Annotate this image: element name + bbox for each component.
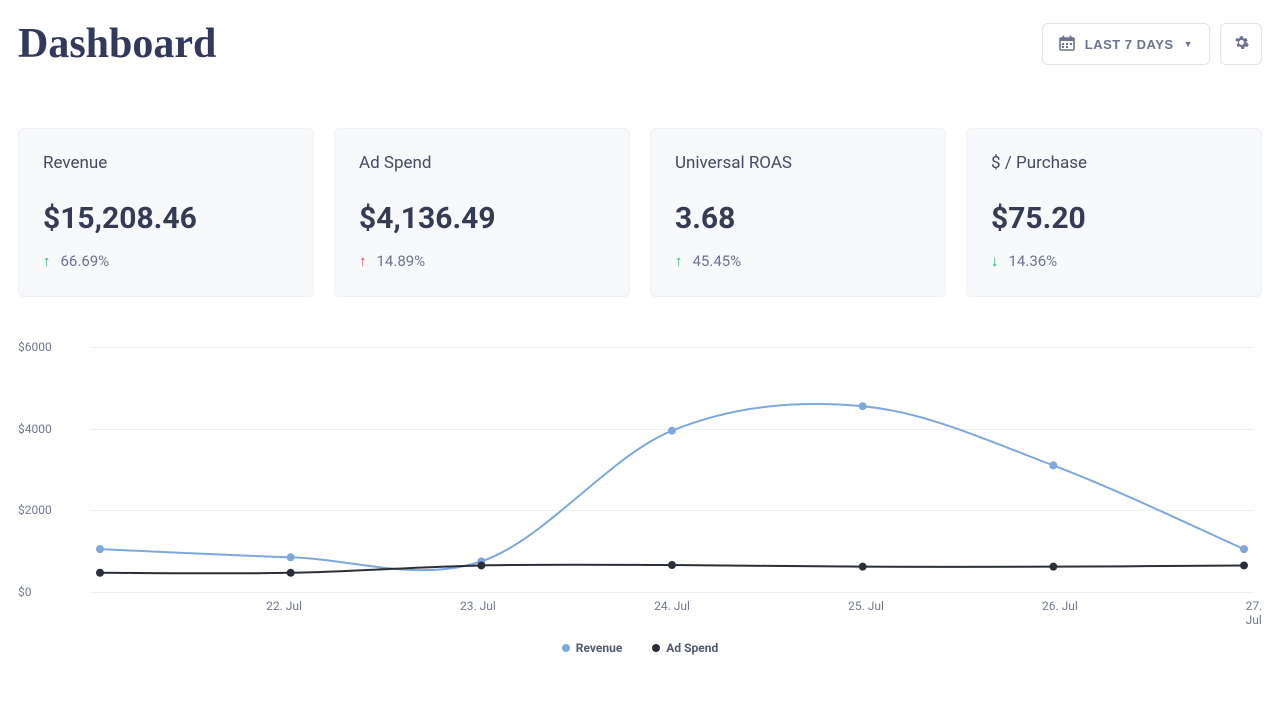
settings-button[interactable] bbox=[1220, 23, 1262, 65]
calendar-icon bbox=[1059, 35, 1075, 54]
arrow-up-icon: ↑ bbox=[359, 252, 367, 270]
y-tick: $2000 bbox=[18, 503, 52, 517]
card-delta: ↑ 14.89% bbox=[359, 252, 605, 270]
data-point[interactable] bbox=[859, 402, 867, 410]
y-tick: $0 bbox=[18, 585, 32, 599]
card-delta-value: 14.36% bbox=[1009, 252, 1058, 270]
legend-label: Revenue bbox=[576, 641, 623, 655]
card-title: $ / Purchase bbox=[991, 153, 1237, 173]
metric-card-roas: Universal ROAS 3.68 ↑ 45.45% bbox=[650, 128, 946, 297]
arrow-up-icon: ↑ bbox=[43, 252, 51, 270]
card-value: $4,136.49 bbox=[359, 201, 605, 236]
data-point[interactable] bbox=[287, 553, 295, 561]
card-delta-value: 66.69% bbox=[61, 252, 110, 270]
legend-label: Ad Spend bbox=[666, 641, 718, 655]
chart: $0 $2000 $4000 $6000 22. Jul 23. Jul 24.… bbox=[18, 347, 1262, 627]
header-controls: LAST 7 DAYS ▼ bbox=[1042, 23, 1262, 65]
page-title: Dashboard bbox=[18, 20, 216, 68]
legend-item-revenue[interactable]: Revenue bbox=[562, 641, 623, 655]
caret-down-icon: ▼ bbox=[1184, 39, 1193, 49]
x-tick: 27. Jul bbox=[1246, 599, 1263, 627]
arrow-up-icon: ↑ bbox=[675, 252, 683, 270]
data-point[interactable] bbox=[1049, 563, 1057, 571]
x-tick: 25. Jul bbox=[848, 599, 884, 613]
card-title: Ad Spend bbox=[359, 153, 605, 173]
card-title: Revenue bbox=[43, 153, 289, 173]
legend-dot-icon bbox=[652, 644, 660, 652]
date-range-button[interactable]: LAST 7 DAYS ▼ bbox=[1042, 23, 1210, 65]
metric-cards: Revenue $15,208.46 ↑ 66.69% Ad Spend $4,… bbox=[18, 128, 1262, 297]
x-tick: 26. Jul bbox=[1042, 599, 1078, 613]
card-delta-value: 45.45% bbox=[693, 252, 742, 270]
x-tick: 24. Jul bbox=[654, 599, 690, 613]
card-value: $15,208.46 bbox=[43, 201, 289, 236]
card-delta-value: 14.89% bbox=[377, 252, 426, 270]
data-point[interactable] bbox=[96, 545, 104, 553]
arrow-down-icon: ↓ bbox=[991, 252, 999, 270]
chart-svg bbox=[90, 347, 1254, 592]
data-point[interactable] bbox=[859, 563, 867, 571]
data-point[interactable] bbox=[668, 561, 676, 569]
gridline bbox=[90, 592, 1254, 593]
data-point[interactable] bbox=[287, 569, 295, 577]
card-delta: ↓ 14.36% bbox=[991, 252, 1237, 270]
metric-card-adspend: Ad Spend $4,136.49 ↑ 14.89% bbox=[334, 128, 630, 297]
data-point[interactable] bbox=[1049, 461, 1057, 469]
y-tick: $6000 bbox=[18, 340, 52, 354]
card-delta: ↑ 45.45% bbox=[675, 252, 921, 270]
card-value: $75.20 bbox=[991, 201, 1237, 236]
data-point[interactable] bbox=[668, 427, 676, 435]
card-title: Universal ROAS bbox=[675, 153, 921, 173]
card-delta: ↑ 66.69% bbox=[43, 252, 289, 270]
y-tick: $4000 bbox=[18, 422, 52, 436]
card-value: 3.68 bbox=[675, 201, 921, 236]
data-point[interactable] bbox=[1240, 561, 1248, 569]
date-range-label: LAST 7 DAYS bbox=[1085, 37, 1174, 52]
data-point[interactable] bbox=[477, 561, 485, 569]
data-point[interactable] bbox=[96, 569, 104, 577]
x-tick: 23. Jul bbox=[460, 599, 496, 613]
legend-dot-icon bbox=[562, 644, 570, 652]
legend-item-adspend[interactable]: Ad Spend bbox=[652, 641, 718, 655]
gear-icon bbox=[1234, 35, 1249, 53]
data-point[interactable] bbox=[1240, 545, 1248, 553]
chart-legend: Revenue Ad Spend bbox=[18, 641, 1262, 655]
metric-card-revenue: Revenue $15,208.46 ↑ 66.69% bbox=[18, 128, 314, 297]
metric-card-per-purchase: $ / Purchase $75.20 ↓ 14.36% bbox=[966, 128, 1262, 297]
x-tick: 22. Jul bbox=[266, 599, 302, 613]
